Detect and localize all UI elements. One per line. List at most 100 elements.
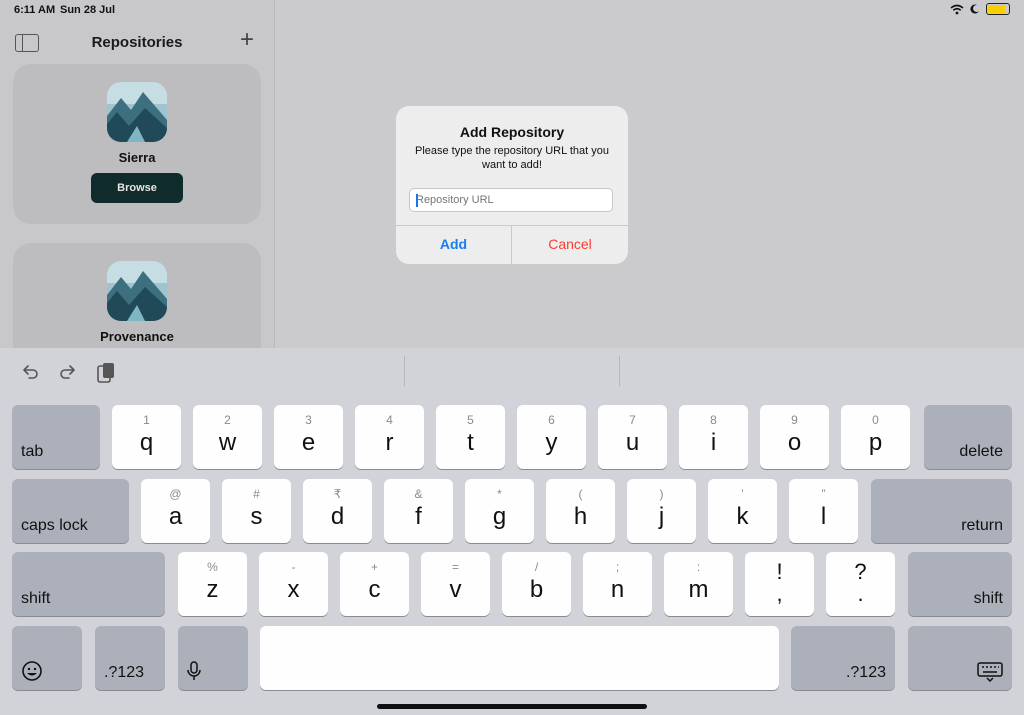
key-label: q xyxy=(139,429,154,456)
key-label: shift xyxy=(21,590,51,607)
key-m[interactable]: :m xyxy=(664,552,733,616)
key-secondary-label: 9 xyxy=(791,413,798,427)
key-w[interactable]: 2w xyxy=(193,405,262,469)
shift-key-right[interactable]: shift xyxy=(908,552,1012,616)
key-secondary-label: ” xyxy=(821,487,826,501)
key-secondary-label: , xyxy=(776,581,783,606)
shift-key-left[interactable]: shift xyxy=(12,552,165,616)
key-secondary-label: 1 xyxy=(143,413,150,427)
key-label: return xyxy=(961,517,1003,534)
key-e[interactable]: 3e xyxy=(274,405,343,469)
toolbar-divider xyxy=(404,356,405,386)
key-label: shift xyxy=(973,590,1003,607)
key-secondary-label: % xyxy=(207,560,218,574)
key-label: ? xyxy=(854,559,867,584)
key-label: t xyxy=(467,429,474,456)
repo-card-sierra[interactable]: Sierra Browse xyxy=(13,64,261,224)
key-f[interactable]: & f xyxy=(384,479,453,543)
key-v[interactable]: = v xyxy=(421,552,490,616)
repo-card-provenance[interactable]: Provenance xyxy=(13,243,261,348)
moon-icon xyxy=(970,4,979,14)
key-label: n xyxy=(610,576,625,603)
key-label: s xyxy=(250,503,263,530)
status-time: 6:11 AM xyxy=(14,4,56,16)
key-y[interactable]: 6y xyxy=(517,405,586,469)
emoji-key[interactable] xyxy=(12,626,82,690)
key-label: d xyxy=(330,503,345,530)
key-secondary-label: . xyxy=(857,581,864,606)
numbers-key-left[interactable]: .?123 xyxy=(95,626,165,690)
keyboard-toolbar xyxy=(0,348,1024,396)
key-label: f xyxy=(415,503,422,530)
caps-lock-key[interactable]: caps lock xyxy=(12,479,129,543)
key-s[interactable]: # s xyxy=(222,479,291,543)
alert-message: Please type the repository URL that you … xyxy=(414,145,610,171)
key-t[interactable]: 5t xyxy=(436,405,505,469)
undo-icon[interactable] xyxy=(20,362,40,382)
key-secondary-label: / xyxy=(534,560,539,574)
key-a[interactable]: @ a xyxy=(141,479,210,543)
redo-icon[interactable] xyxy=(58,362,78,382)
key-label: g xyxy=(492,503,507,530)
key-label: o xyxy=(787,429,802,456)
key-secondary-label: ’ xyxy=(741,487,744,501)
key-punctuation[interactable]: !, xyxy=(745,552,814,616)
text-caret xyxy=(416,194,418,207)
repo-name: Provenance xyxy=(100,329,174,344)
key-label: w xyxy=(218,429,237,456)
key-secondary-label: : xyxy=(696,560,701,574)
key-d[interactable]: ₹ d xyxy=(303,479,372,543)
key-g[interactable]: * g xyxy=(465,479,534,543)
key-secondary-label: @ xyxy=(169,487,182,501)
key-secondary-label: ) xyxy=(659,487,664,501)
key-q[interactable]: 1q xyxy=(112,405,181,469)
key-label: c xyxy=(368,576,381,603)
key-c[interactable]: + c xyxy=(340,552,409,616)
key-j[interactable]: ) j xyxy=(627,479,696,543)
app-area: Repositories + Sierra Browse Provenance … xyxy=(0,0,1024,348)
key-punctuation[interactable]: ?. xyxy=(826,552,895,616)
numbers-key-right[interactable]: .?123 xyxy=(791,626,895,690)
repository-url-input[interactable] xyxy=(410,189,612,211)
key-label: .?123 xyxy=(845,664,886,681)
repository-url-field[interactable] xyxy=(409,188,613,212)
cancel-button[interactable]: Cancel xyxy=(512,225,628,264)
key-b[interactable]: / b xyxy=(502,552,571,616)
add-button[interactable]: Add xyxy=(396,225,511,264)
key-secondary-label: = xyxy=(451,560,459,574)
key-secondary-label: 8 xyxy=(710,413,717,427)
key-z[interactable]: % z xyxy=(178,552,247,616)
hide-keyboard-key[interactable] xyxy=(908,626,1012,690)
key-label: e xyxy=(301,429,316,456)
tab-key[interactable]: tab xyxy=(12,405,100,469)
key-label: b xyxy=(529,576,544,603)
key-secondary-label: 6 xyxy=(548,413,555,427)
key-n[interactable]: ; n xyxy=(583,552,652,616)
key-i[interactable]: 8i xyxy=(679,405,748,469)
add-repository-button[interactable]: + xyxy=(240,28,254,52)
return-key[interactable]: return xyxy=(871,479,1012,543)
key-label: u xyxy=(625,429,640,456)
key-secondary-label: 5 xyxy=(467,413,474,427)
key-label: z xyxy=(206,576,219,603)
key-p[interactable]: 0p xyxy=(841,405,910,469)
key-label: h xyxy=(573,503,588,530)
dictation-key[interactable] xyxy=(178,626,248,690)
key-r[interactable]: 4r xyxy=(355,405,424,469)
alert-title: Add Repository xyxy=(459,124,565,140)
key-u[interactable]: 7u xyxy=(598,405,667,469)
key-h[interactable]: (h xyxy=(546,479,615,543)
key-k[interactable]: ’ k xyxy=(708,479,777,543)
key-l[interactable]: ” l xyxy=(789,479,858,543)
key-x[interactable]: -x xyxy=(259,552,328,616)
paste-icon[interactable] xyxy=(96,362,116,384)
space-bar[interactable] xyxy=(260,626,779,690)
browse-button[interactable]: Browse xyxy=(91,173,183,203)
key-secondary-label: 7 xyxy=(629,413,636,427)
key-secondary-label: 2 xyxy=(224,413,231,427)
delete-key[interactable]: delete xyxy=(924,405,1012,469)
key-label: v xyxy=(449,576,462,603)
repo-icon xyxy=(107,261,167,321)
key-o[interactable]: 9o xyxy=(760,405,829,469)
key-label: caps lock xyxy=(21,517,88,534)
